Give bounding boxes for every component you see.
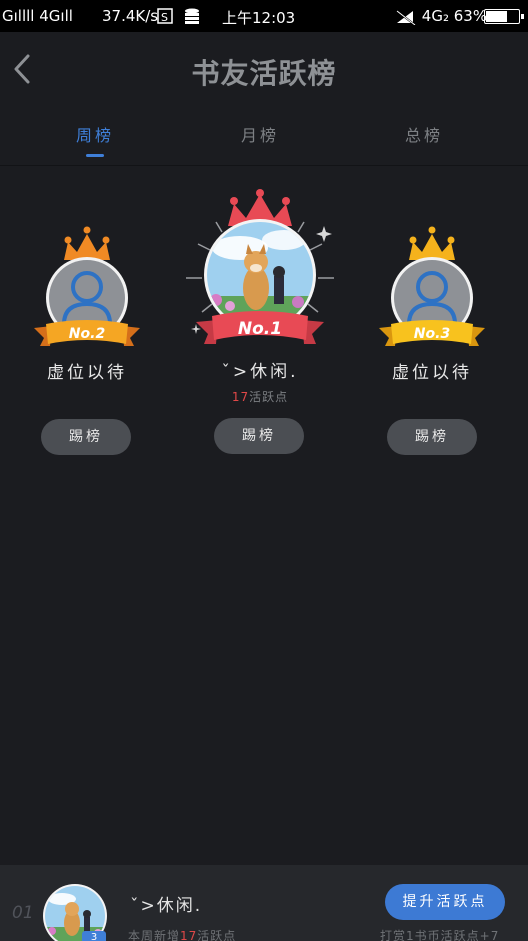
network-speed: 37.4K/s — [102, 7, 159, 25]
tab-total[interactable]: 总榜 — [364, 122, 484, 146]
header: 书友活跃榜 — [0, 32, 528, 112]
battery-percent: 63% — [453, 7, 488, 25]
rank-3-name: 虚位以待 — [392, 363, 472, 383]
weekly-suffix: 活跃点 — [197, 929, 237, 941]
ranking-tabs: 周榜 月榜 总榜 — [0, 112, 528, 166]
svg-text:S: S — [161, 11, 168, 24]
my-rank-bar: 01 3 ˇ>休闲. 本周新增17活跃点 提升活跃点 打赏1书币活跃点+7 — [0, 865, 528, 941]
rank-1-avatar-frame: No.1 — [186, 189, 334, 344]
kick-button-rank-1[interactable]: 踢榜 — [214, 418, 304, 454]
weekly-number: 17 — [180, 929, 198, 941]
battery-tip — [521, 14, 524, 19]
podium-first: No.1 ˇ>休闲. 17活跃点 踢榜 — [180, 188, 340, 460]
rank-3-label: No.3 — [414, 326, 450, 342]
boost-activity-button[interactable]: 提升活跃点 — [385, 884, 505, 920]
rank-3-avatar-frame: No.3 — [379, 226, 485, 346]
active-tab-indicator — [86, 154, 104, 157]
crown-icon — [409, 226, 455, 260]
page-title: 书友活跃榜 — [191, 57, 337, 90]
weekly-prefix: 本周新增 — [128, 929, 181, 941]
signal-indicator: Gıllll 4Gıll — [2, 7, 73, 25]
rank-2-name: 虚位以待 — [47, 363, 127, 383]
crown-icon — [64, 226, 110, 260]
my-weekly-points: 本周新增17活跃点 — [128, 927, 236, 941]
tab-weekly[interactable]: 周榜 — [35, 122, 155, 146]
battery-icon — [484, 9, 524, 24]
rank-1-points-unit: 活跃点 — [249, 390, 289, 404]
podium-second: No.2 虚位以待 踢榜 — [22, 220, 152, 460]
rank-1-points: 17活跃点 — [180, 388, 340, 405]
network-type: 4G₂ — [421, 7, 449, 25]
rank-1-name: ˇ>休闲. — [221, 362, 299, 382]
kick-button-rank-2[interactable]: 踢榜 — [41, 419, 131, 455]
my-rank-badge: 3 — [82, 931, 106, 941]
rank-2-avatar-frame: No.2 — [34, 226, 140, 346]
reward-hint: 打赏1书币活跃点+7 — [380, 929, 500, 941]
kick-button-rank-3[interactable]: 踢榜 — [387, 419, 477, 455]
clock: 上午12:03 — [222, 9, 296, 27]
rank-1-label: No.1 — [238, 319, 282, 339]
battery-fill — [486, 11, 508, 22]
my-name: ˇ>休闲. — [130, 896, 203, 916]
my-rank-number: 01 — [12, 903, 34, 923]
network-battery-status: 4G₂ 63% — [395, 7, 488, 26]
podium-third: No.3 虚位以待 踢榜 — [367, 220, 497, 460]
status-bar: Gıllll 4Gıll 37.4K/s S 上午12:03 4G₂ 63% — [0, 0, 528, 32]
status-icons: S — [156, 6, 210, 30]
notification-icons: S — [157, 8, 199, 24]
tab-monthly[interactable]: 月榜 — [200, 122, 320, 146]
no-signal-icon — [396, 9, 416, 26]
rank-2-label: No.2 — [69, 326, 105, 342]
rank-1-points-number: 17 — [231, 390, 250, 404]
